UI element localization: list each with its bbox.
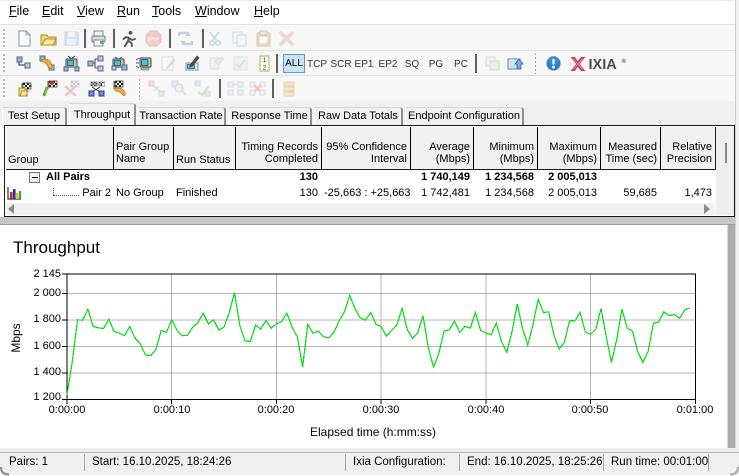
svg-text:1: 1: [263, 57, 267, 64]
svg-text:IXIA: IXIA: [589, 57, 618, 72]
svg-text:®: ®: [622, 58, 627, 65]
svg-text:2: 2: [263, 65, 267, 72]
svg-text:STOP: STOP: [148, 37, 160, 42]
